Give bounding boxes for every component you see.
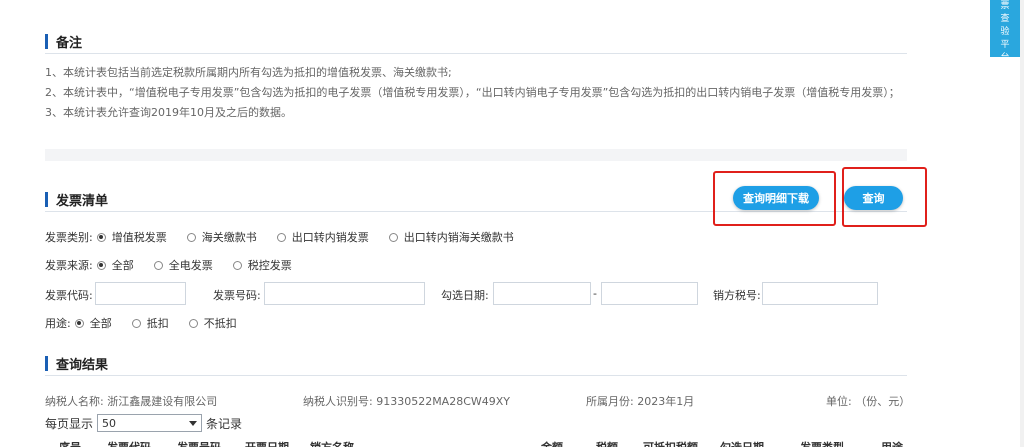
column-header: 开票日期: [245, 439, 289, 447]
column-header: 用途: [881, 439, 903, 447]
invoice-type-option-export-domestic[interactable]: 出口转内销发票: [276, 229, 369, 245]
column-header: 可抵扣税额: [643, 439, 698, 447]
column-header: 发票号码: [177, 439, 221, 447]
usage-option-no-deduct[interactable]: 不抵扣: [188, 315, 237, 331]
radio-checked-icon: [96, 260, 106, 270]
tax-month: 所属月份: 2023年1月: [586, 395, 695, 408]
notes-divider: [45, 53, 907, 54]
column-header: 金额: [541, 439, 563, 447]
invoice-source-option-all[interactable]: 全部: [96, 257, 134, 273]
date-range-separator: -: [593, 287, 597, 300]
invoice-type-option-export-customs[interactable]: 出口转内销海关缴款书: [388, 229, 514, 245]
invoice-source-row: 发票来源: 全部 全电发票 税控发票: [45, 257, 312, 273]
unit-label: 单位: （份、元）: [826, 395, 911, 408]
invoice-source-option-tax-control[interactable]: 税控发票: [232, 257, 292, 273]
radio-empty-icon: [153, 260, 163, 270]
check-date-start-input[interactable]: [493, 282, 591, 305]
usage-row: 用途: 全部 抵扣 不抵扣: [45, 315, 257, 331]
radio-empty-icon: [388, 232, 398, 242]
title-accent-bar: [45, 192, 48, 207]
invoice-type-option-customs[interactable]: 海关缴款书: [186, 229, 257, 245]
results-table-header: 序号 发票代码 发票号码 开票日期 销方名称 金额 税额 可抵扣税额 勾选日期 …: [45, 438, 907, 447]
invoice-type-option-vat[interactable]: 增值税发票: [96, 229, 167, 245]
invoice-source-option-fully-digital[interactable]: 全电发票: [153, 257, 213, 273]
invoice-list-title: 发票清单: [45, 190, 108, 209]
query-detail-download-button[interactable]: 查询明细下载: [733, 186, 819, 210]
query-button[interactable]: 查询: [844, 186, 903, 210]
section-separator: [45, 149, 907, 161]
radio-empty-icon: [276, 232, 286, 242]
invoice-code-input[interactable]: [95, 282, 186, 305]
page-size-select[interactable]: 50: [97, 414, 203, 432]
vertical-scrollbar[interactable]: [1020, 0, 1024, 447]
seller-tax-id-input[interactable]: [762, 282, 878, 305]
title-accent-bar: [45, 356, 48, 371]
invoice-number-input[interactable]: [264, 282, 425, 305]
radio-empty-icon: [186, 232, 196, 242]
results-divider: [45, 375, 907, 376]
taxpayer-name: 纳税人名称: 浙江鑫晟建设有限公司: [45, 395, 218, 408]
column-header: 销方名称: [310, 439, 354, 447]
side-tab-char: 台: [1000, 53, 1010, 63]
chevron-down-icon: [189, 420, 198, 426]
radio-checked-icon: [74, 318, 84, 328]
radio-checked-icon: [96, 232, 106, 242]
invoice-number-label: 发票号码:: [213, 289, 261, 302]
note-item-1: 1、本统计表包括当前选定税款所属期内所有勾选为抵扣的增值税发票、海关缴款书;: [45, 66, 452, 79]
side-tab-char: 票: [1000, 1, 1010, 11]
column-header: 勾选日期: [720, 439, 764, 447]
radio-empty-icon: [188, 318, 198, 328]
note-item-2: 2、本统计表中，“增值税电子专用发票”包含勾选为抵扣的电子发票（增值税专用发票）…: [45, 86, 900, 99]
page-size-value: 50: [102, 416, 117, 430]
title-accent-bar: [45, 34, 48, 49]
results-title: 查询结果: [45, 354, 108, 373]
radio-empty-icon: [131, 318, 141, 328]
results-title-text: 查询结果: [56, 358, 109, 373]
invoice-type-label: 发票类别:: [45, 231, 93, 244]
notes-title-text: 备注: [56, 36, 83, 51]
side-tab-char: 平: [1000, 40, 1010, 50]
usage-label: 用途:: [45, 317, 71, 330]
seller-tax-id-label: 销方税号:: [713, 289, 761, 302]
notes-title: 备注: [45, 32, 82, 51]
page-size-control: 每页显示 50 条记录: [45, 414, 242, 432]
radio-empty-icon: [232, 260, 242, 270]
check-date-label: 勾选日期:: [441, 289, 489, 302]
taxpayer-id: 纳税人识别号: 91330522MA28CW49XY: [303, 395, 511, 408]
page-size-prefix: 每页显示: [45, 416, 94, 431]
column-header: 发票代码: [107, 439, 151, 447]
invoice-type-row: 发票类别: 增值税发票 海关缴款书 出口转内销发票 出口转内销海关缴款书: [45, 229, 534, 245]
side-tab-char: 查: [1000, 14, 1010, 24]
usage-option-all[interactable]: 全部: [74, 315, 112, 331]
check-date-end-input[interactable]: [601, 282, 698, 305]
invoice-source-label: 发票来源:: [45, 259, 93, 272]
usage-option-deduct[interactable]: 抵扣: [131, 315, 169, 331]
column-header: 税额: [596, 439, 618, 447]
note-item-3: 3、本统计表允许查询2019年10月及之后的数据。: [45, 106, 292, 119]
invoice-code-label: 发票代码:: [45, 289, 93, 302]
page-size-suffix: 条记录: [206, 416, 243, 431]
invoice-verification-platform-tab[interactable]: 票 查 验 平 台: [990, 0, 1020, 63]
column-header: 序号: [59, 439, 81, 447]
side-tab-char: 验: [1000, 27, 1010, 37]
column-header: 发票类型: [800, 439, 844, 447]
invoice-list-title-text: 发票清单: [56, 194, 109, 209]
